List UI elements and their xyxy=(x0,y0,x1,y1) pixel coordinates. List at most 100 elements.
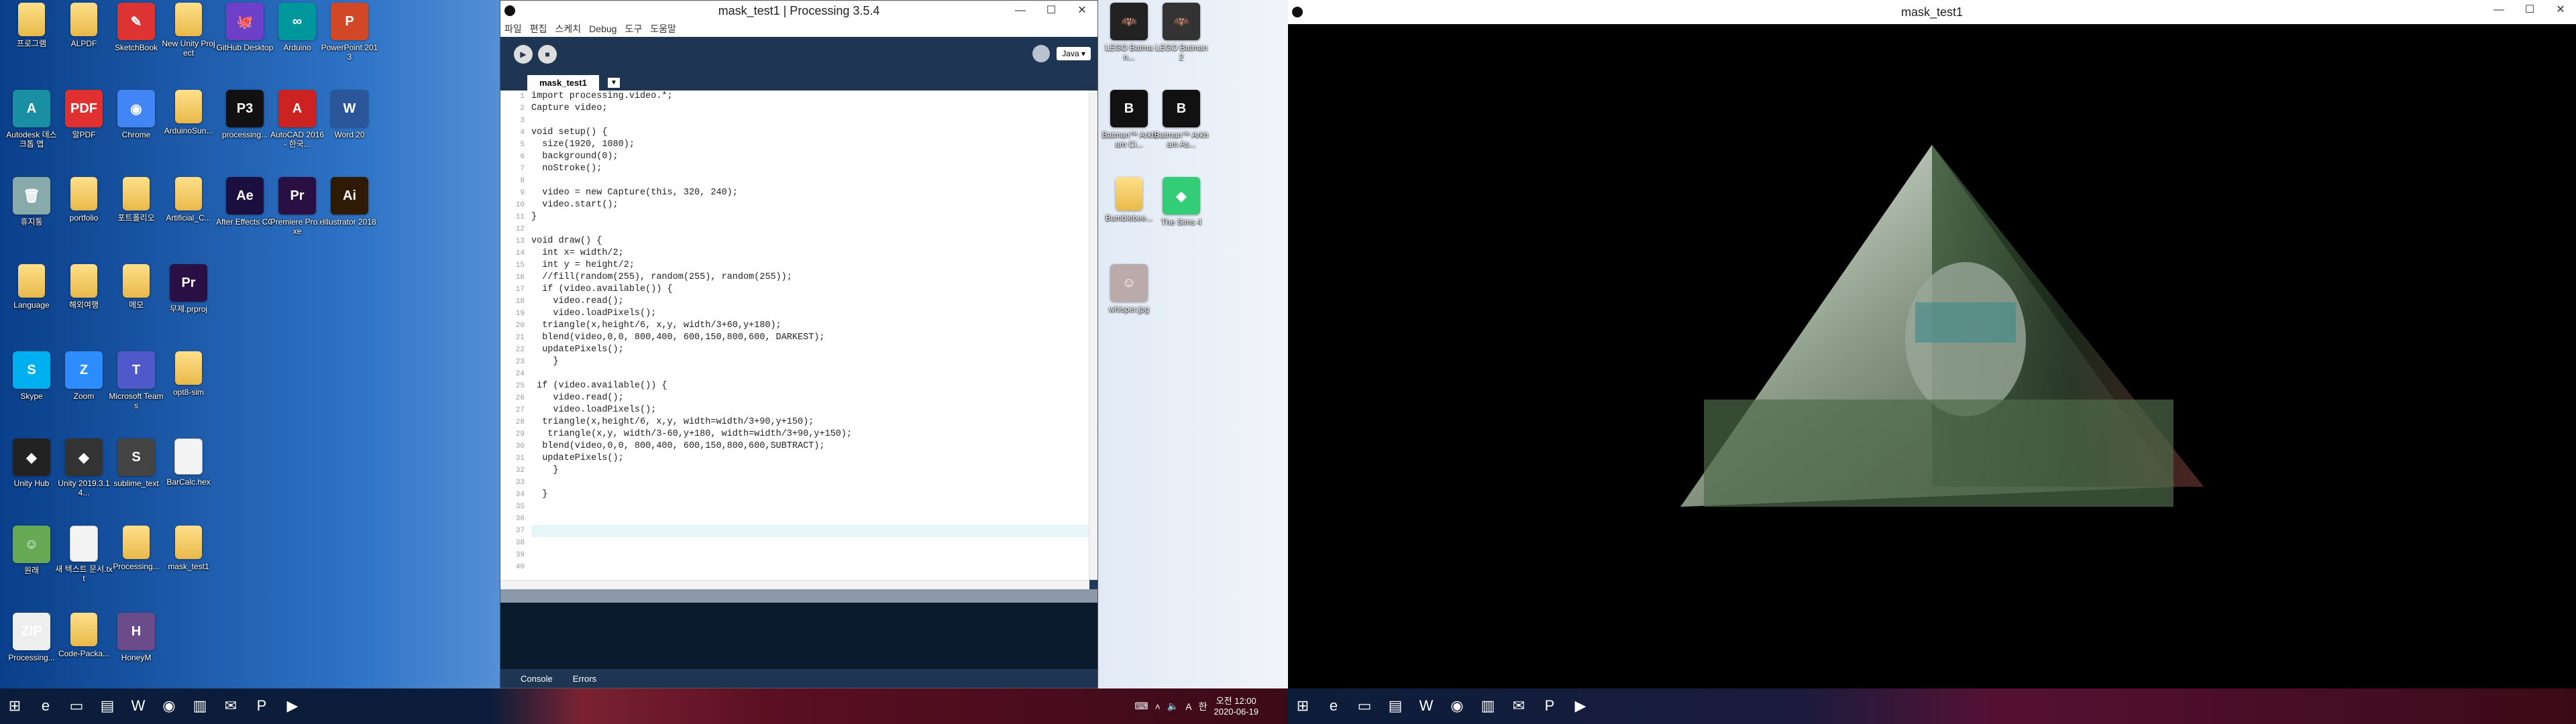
desktop-icon[interactable]: PDF 알PDF xyxy=(55,90,113,139)
code-line[interactable]: int y = height/2; xyxy=(531,259,1089,272)
desktop-icon[interactable]: ◆ Unity Hub xyxy=(3,438,60,488)
desktop-icon[interactable]: ✎ SketchBook xyxy=(107,3,165,52)
maximize-button[interactable]: ☐ xyxy=(2514,0,2545,20)
ime-mode[interactable]: A xyxy=(1185,701,1191,712)
desktop-icon[interactable]: ALPDF xyxy=(55,3,113,48)
menu-debug[interactable]: Debug xyxy=(589,23,616,34)
code-line[interactable]: Capture video; xyxy=(531,103,1089,115)
desktop-icon[interactable]: Ae After Effects CC xyxy=(216,177,274,227)
desktop-icon[interactable]: 🦇 LEGO Batman 2 xyxy=(1152,3,1210,62)
desktop-icon[interactable]: A AutoCAD 2016 - 한국... xyxy=(268,90,326,149)
code-line[interactable]: video.start(); xyxy=(531,199,1089,211)
explorer-icon[interactable]: ▭ xyxy=(1350,692,1379,719)
desktop-icon[interactable]: Language xyxy=(3,264,60,310)
code-line[interactable]: } xyxy=(531,465,1089,477)
explorer-icon[interactable]: ▭ xyxy=(62,692,91,719)
code-line[interactable]: triangle(x,height/6, x,y, width=width/3+… xyxy=(531,416,1089,428)
media-player-icon[interactable]: ▶ xyxy=(278,692,307,719)
code-line[interactable]: int x= width/2; xyxy=(531,247,1089,259)
desktop-icon[interactable]: portfolio xyxy=(55,177,113,223)
maximize-button[interactable]: ☐ xyxy=(1036,1,1067,21)
code-line[interactable]: if (video.available()) { xyxy=(531,284,1089,296)
stop-button[interactable]: ■ xyxy=(538,45,557,64)
console-tab[interactable]: Console xyxy=(521,674,553,684)
code-line[interactable]: } xyxy=(531,489,1089,501)
menu-edit[interactable]: 편집 xyxy=(530,22,547,36)
desktop-icon[interactable]: 포트폴리오 xyxy=(107,177,165,223)
code-line[interactable]: //fill(random(255), random(255), random(… xyxy=(531,272,1089,284)
code-line[interactable] xyxy=(531,549,1089,561)
code-line[interactable]: } xyxy=(531,211,1089,223)
code-line[interactable]: updatePixels(); xyxy=(531,344,1089,356)
chrome-icon[interactable]: ◉ xyxy=(1442,692,1472,719)
desktop-icon[interactable]: 새 텍스트 문서.txt xyxy=(55,526,113,583)
desktop-icon[interactable]: New Unity Project xyxy=(160,3,217,58)
code-line[interactable]: video.loadPixels(); xyxy=(531,308,1089,320)
desktop-icon[interactable]: A Autodesk 데스크톱 앱 xyxy=(3,90,60,149)
desktop-icon[interactable]: ArduinoSun... xyxy=(160,90,217,135)
desktop-icon[interactable]: Bumblebee... xyxy=(1100,177,1158,223)
code-line[interactable] xyxy=(531,115,1089,127)
processing-taskbar-icon[interactable]: P xyxy=(1535,692,1564,719)
desktop-icon[interactable]: B Batman™ Arkham Ci... xyxy=(1100,90,1158,149)
desktop-icon[interactable]: Pr 무제.prproj xyxy=(160,264,217,314)
code-line[interactable]: noStroke(); xyxy=(531,163,1089,175)
menu-sketch[interactable]: 스케치 xyxy=(555,22,582,36)
volume-icon[interactable]: 🔈 xyxy=(1167,701,1179,712)
code-line[interactable]: blend(video,0,0, 800,400, 600,150,800,60… xyxy=(531,332,1089,344)
code-line[interactable] xyxy=(531,477,1089,489)
desktop-icon[interactable]: mask_test1 xyxy=(160,526,217,571)
windows-start-icon[interactable]: ⊞ xyxy=(0,692,30,719)
notepad-icon[interactable]: ▥ xyxy=(1473,692,1503,719)
code-line[interactable]: import processing.video.*; xyxy=(531,90,1089,103)
code-line[interactable] xyxy=(531,368,1089,380)
folder-icon[interactable]: ▤ xyxy=(1381,692,1410,719)
code-line[interactable] xyxy=(531,223,1089,235)
menu-help[interactable]: 도움말 xyxy=(650,22,676,36)
code-line[interactable] xyxy=(531,537,1089,549)
code-line[interactable]: blend(video,0,0, 800,400, 600,150,800,60… xyxy=(531,440,1089,452)
code-line[interactable] xyxy=(531,525,1089,537)
desktop-icon[interactable]: Artificial_C... xyxy=(160,177,217,223)
code-line[interactable]: triangle(x,y, width/3-60,y+180, width=wi… xyxy=(531,428,1089,440)
desktop-icon[interactable]: Pr Premiere Pro.exe xyxy=(268,177,326,236)
tab-menu-arrow-icon[interactable]: ▼ xyxy=(608,78,620,88)
code-line[interactable] xyxy=(531,501,1089,513)
menu-file[interactable]: 파일 xyxy=(504,22,522,36)
desktop-icon[interactable]: 해외여행 xyxy=(55,264,113,310)
debugger-button[interactable] xyxy=(1032,45,1051,62)
desktop-icon[interactable]: ☺ whisper.jpg xyxy=(1100,264,1158,314)
desktop-icon[interactable]: Code-Packa... xyxy=(55,613,113,658)
code-line[interactable]: background(0); xyxy=(531,151,1089,163)
code-line[interactable]: void draw() { xyxy=(531,235,1089,247)
desktop-icon[interactable]: Z Zoom xyxy=(55,351,113,401)
code-line[interactable]: void setup() { xyxy=(531,127,1089,139)
word-icon[interactable]: W xyxy=(123,692,153,719)
desktop-icon[interactable]: Ssublime_text xyxy=(107,438,165,488)
editor-vertical-scrollbar[interactable] xyxy=(1089,90,1097,580)
desktop-icon[interactable]: W Word 20 xyxy=(321,90,378,139)
desktop-icon[interactable]: 메모 xyxy=(107,264,165,310)
desktop-icon[interactable]: ◆ The Sims 4 xyxy=(1152,177,1210,227)
desktop-icon[interactable]: ZIP Processing... xyxy=(3,613,60,662)
kakaotalk-icon[interactable]: ✉ xyxy=(1504,692,1534,719)
code-line[interactable]: updatePixels(); xyxy=(531,452,1089,465)
processing-taskbar-icon[interactable]: P xyxy=(247,692,276,719)
mode-selector[interactable]: Java ▾ xyxy=(1057,47,1091,60)
code-editor[interactable]: 1 2 3 4 5 6 7 8 9 10 11 12 13 14 15 16 17 18 19 20 21 22 23 24 2… xyxy=(500,90,1089,580)
desktop-icon[interactable]: 🦇 LEGO Batman... xyxy=(1100,3,1158,62)
mask-window-titlebar[interactable]: mask_test1 — ☐ ✕ xyxy=(1288,0,2576,24)
code-line[interactable]: triangle(x,height/6, x,y, width/3+60,y+1… xyxy=(531,320,1089,332)
menu-tools[interactable]: 도구 xyxy=(625,22,642,36)
errors-tab[interactable]: Errors xyxy=(573,674,596,684)
desktop-icon[interactable]: P PowerPoint 2013 xyxy=(321,3,378,62)
code-line[interactable] xyxy=(531,175,1089,187)
desktop-icon[interactable]: 🗑 휴지통 xyxy=(3,177,60,227)
desktop-icon[interactable]: Ai Illustrator 2018 xyxy=(321,177,378,227)
processing-titlebar[interactable]: mask_test1 | Processing 3.5.4 — ☐ ✕ xyxy=(500,1,1097,21)
code-line[interactable] xyxy=(531,513,1089,525)
desktop-icon[interactable]: Processing... xyxy=(107,526,165,571)
desktop-icon[interactable]: opt8-sim xyxy=(160,351,217,397)
code-line[interactable] xyxy=(531,561,1089,573)
clock[interactable]: 오전 12:00 2020-06-19 xyxy=(1214,696,1259,717)
